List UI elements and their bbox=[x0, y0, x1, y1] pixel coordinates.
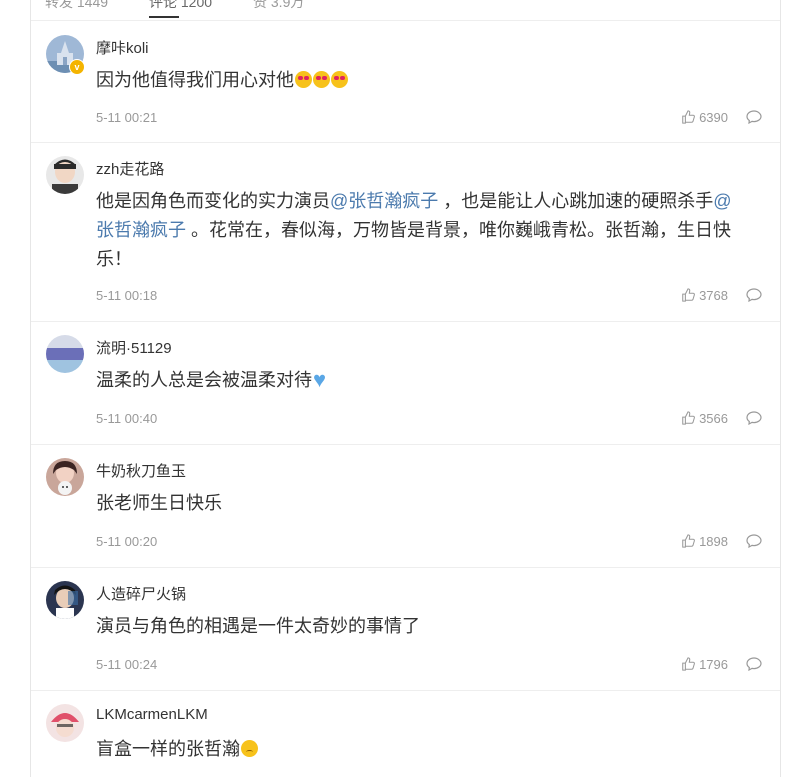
speech-bubble-icon[interactable] bbox=[746, 657, 762, 671]
comment-time: 5-11 00:20 bbox=[96, 534, 158, 549]
comment-time: 5-11 00:40 bbox=[96, 411, 158, 426]
avatar[interactable] bbox=[46, 335, 84, 373]
comment-item: LKMcarmenLKM 盲盒一样的张哲瀚 bbox=[31, 691, 780, 777]
tab-comments[interactable]: 评论 1200 bbox=[149, 0, 212, 12]
avatar[interactable] bbox=[46, 704, 84, 742]
tab-bar: 转发 1449 评论 1200 赞 3.9万 bbox=[31, 0, 780, 21]
thumbs-up-icon bbox=[682, 534, 695, 548]
comment-text-body: 因为他值得我们用心对他 bbox=[96, 70, 294, 90]
comment-text: 温柔的人总是会被温柔对待 bbox=[96, 365, 746, 395]
like-count: 1796 bbox=[699, 657, 728, 672]
heart-eyes-emoji-icon bbox=[313, 71, 330, 88]
comment-time: 5-11 00:21 bbox=[96, 110, 158, 125]
comment-text-body: ，也是能让人心跳加速的硬照杀手 bbox=[438, 191, 714, 211]
like-button[interactable]: 3566 bbox=[681, 411, 728, 426]
comment-text-body: 张老师生日快乐 bbox=[96, 493, 222, 513]
speech-bubble-icon[interactable] bbox=[746, 110, 762, 124]
like-count: 3566 bbox=[699, 411, 728, 426]
speech-bubble-icon[interactable] bbox=[746, 288, 762, 302]
like-button[interactable]: 6390 bbox=[681, 110, 728, 125]
comment-item: 人造碎尸火锅 演员与角色的相遇是一件太奇妙的事情了 5-11 00:24 179… bbox=[31, 568, 780, 691]
comment-text: 张老师生日快乐 bbox=[96, 489, 746, 518]
verified-badge-icon: v bbox=[69, 59, 85, 75]
like-count: 1898 bbox=[699, 534, 728, 549]
comment-username[interactable]: 人造碎尸火锅 bbox=[96, 583, 186, 604]
mention-link[interactable]: @张哲瀚疯子 bbox=[330, 191, 438, 211]
like-button[interactable]: 1898 bbox=[681, 534, 728, 549]
speech-bubble-icon[interactable] bbox=[746, 411, 762, 425]
thumbs-up-icon bbox=[682, 657, 695, 671]
thumbs-up-icon bbox=[682, 110, 695, 124]
comment-text-body: 。花常在，春似海，万物皆是背景，唯你巍峨青松。张哲瀚，生日快乐！ bbox=[96, 220, 731, 269]
avatar[interactable] bbox=[46, 156, 84, 194]
comment-text: 演员与角色的相遇是一件太奇妙的事情了 bbox=[96, 612, 746, 641]
comment-item: zzh走花路 他是因角色而变化的实力演员@张哲瀚疯子 ，也是能让人心跳加速的硬照… bbox=[31, 143, 780, 322]
active-tab-indicator bbox=[149, 16, 179, 18]
like-button[interactable]: 3768 bbox=[681, 288, 728, 303]
comment-time: 5-11 00:24 bbox=[96, 657, 158, 672]
tab-reposts[interactable]: 转发 1449 bbox=[45, 0, 108, 12]
worried-face-emoji-icon bbox=[241, 740, 258, 757]
comment-username[interactable]: LKMcarmenLKM bbox=[96, 706, 208, 723]
thumbs-up-icon bbox=[682, 288, 695, 302]
comment-time: 5-11 00:18 bbox=[96, 288, 158, 303]
avatar[interactable] bbox=[46, 458, 84, 496]
heart-eyes-emoji-icon bbox=[295, 71, 312, 88]
comment-text-body: 温柔的人总是会被温柔对待 bbox=[96, 370, 312, 390]
like-count: 6390 bbox=[699, 110, 728, 125]
comment-text-body: 演员与角色的相遇是一件太奇妙的事情了 bbox=[96, 616, 420, 636]
comment-text: 他是因角色而变化的实力演员@张哲瀚疯子 ，也是能让人心跳加速的硬照杀手@张哲瀚疯… bbox=[96, 187, 746, 274]
comment-username[interactable]: 流明·51129 bbox=[96, 337, 172, 358]
comment-text: 盲盒一样的张哲瀚 bbox=[96, 735, 746, 764]
comment-text-body: 他是因角色而变化的实力演员 bbox=[96, 191, 330, 211]
comment-text-body: 盲盒一样的张哲瀚 bbox=[96, 739, 240, 759]
comment-username[interactable]: 牛奶秋刀鱼玉 bbox=[96, 460, 186, 481]
comment-username[interactable]: 摩咔koli bbox=[96, 37, 149, 58]
heart-eyes-emoji-icon bbox=[331, 71, 348, 88]
like-count: 3768 bbox=[699, 288, 728, 303]
like-button[interactable]: 1796 bbox=[681, 657, 728, 672]
tab-likes[interactable]: 赞 3.9万 bbox=[253, 0, 304, 12]
avatar[interactable] bbox=[46, 581, 84, 619]
blue-heart-emoji-icon bbox=[313, 365, 330, 394]
thumbs-up-icon bbox=[682, 411, 695, 425]
speech-bubble-icon[interactable] bbox=[746, 534, 762, 548]
comment-username[interactable]: zzh走花路 bbox=[96, 158, 164, 179]
comment-text: 因为他值得我们用心对他 bbox=[96, 66, 746, 95]
comment-item: 流明·51129 温柔的人总是会被温柔对待 5-11 00:40 3566 bbox=[31, 322, 780, 445]
comment-panel: 转发 1449 评论 1200 赞 3.9万 v 摩咔koli 因为他值得我们用… bbox=[30, 0, 781, 777]
comment-item: 牛奶秋刀鱼玉 张老师生日快乐 5-11 00:20 1898 bbox=[31, 445, 780, 568]
comment-item: v 摩咔koli 因为他值得我们用心对他 5-11 00:21 6390 bbox=[31, 22, 780, 143]
